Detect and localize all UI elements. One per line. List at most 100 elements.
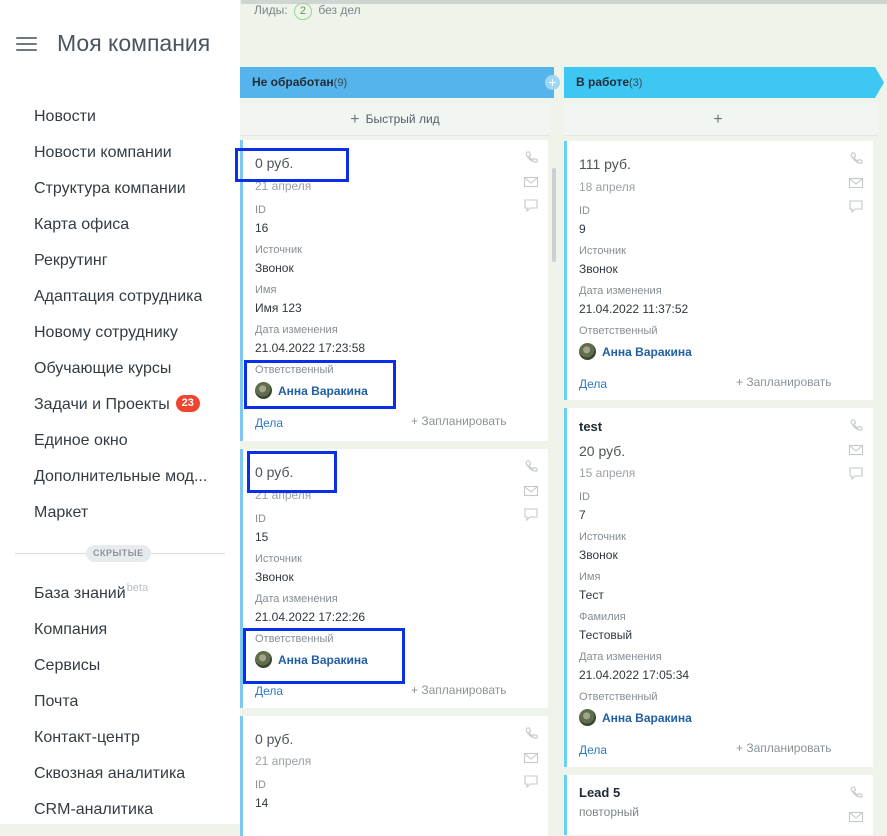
sidebar-item-single-window[interactable]: Единое окно	[34, 429, 224, 453]
modified-value: 21.04.2022 17:05:34	[579, 668, 690, 682]
sidebar-item-crm-analytics[interactable]: CRM-аналитика	[34, 798, 224, 822]
filter-suffix[interactable]: без дел	[318, 3, 360, 17]
column-header-not-processed[interactable]: Не обработан(9)	[240, 67, 554, 98]
sidebar-item-label: Почта	[34, 693, 79, 710]
column-title: В работе	[576, 75, 629, 89]
responsible-label: Ответственный	[579, 691, 658, 703]
sidebar-item-end-to-end-analytics[interactable]: Сквозная аналитика	[34, 762, 224, 786]
lead-card[interactable]: 0 руб. 21 апреля ID 15 Источник Звонок Д…	[240, 449, 548, 708]
id-label: ID	[255, 779, 266, 791]
modified-label: Дата изменения	[579, 651, 662, 663]
responsible-name: Анна Варакина	[278, 652, 368, 667]
left-sidebar: Моя компания Новости Новости компании Ст…	[0, 0, 240, 824]
modified-label: Дата изменения	[255, 593, 338, 605]
responsible-user[interactable]: Анна Варакина	[579, 709, 692, 726]
sidebar-item-news[interactable]: Новости	[34, 105, 224, 129]
modified-value: 21.04.2022 11:37:52	[579, 302, 689, 316]
phone-icon[interactable]	[848, 785, 864, 801]
add-lead-button[interactable]: +	[564, 103, 878, 136]
filter-count-badge[interactable]: 2	[293, 3, 313, 20]
source-label: Источник	[255, 244, 302, 256]
card-amount: 0 руб.	[255, 155, 294, 171]
sidebar-item-services[interactable]: Сервисы	[34, 654, 224, 678]
column-scrollbar[interactable]	[552, 168, 556, 262]
lead-card[interactable]: test 20 руб. 15 апреля ID 7 Источник Зво…	[564, 408, 873, 767]
sidebar-item-label: Адаптация сотрудника	[34, 288, 203, 305]
lead-card[interactable]: 111 руб. 18 апреля ID 9 Источник Звонок …	[564, 141, 873, 400]
chat-icon[interactable]	[848, 198, 864, 214]
sidebar-item-market[interactable]: Маркет	[34, 501, 224, 525]
phone-icon[interactable]	[523, 150, 539, 166]
card-title[interactable]: Lead 5	[579, 785, 620, 800]
source-value: Звонок	[579, 548, 618, 562]
phone-icon[interactable]	[848, 151, 864, 167]
mail-icon[interactable]	[523, 483, 539, 499]
beta-label: beta	[126, 582, 149, 594]
source-value: Звонок	[255, 570, 294, 584]
phone-icon[interactable]	[848, 418, 864, 434]
id-value: 9	[579, 222, 586, 236]
column-header-in-progress[interactable]: В работе(3)	[564, 67, 884, 98]
chat-icon[interactable]	[523, 773, 539, 789]
sidebar-item-tasks[interactable]: Задачи и Проекты 23	[34, 393, 224, 417]
sidebar-item-company-structure[interactable]: Структура компании	[34, 177, 224, 201]
lead-card[interactable]: 0 руб. 21 апреля ID 14	[240, 716, 548, 836]
sidebar-item-label: Карта офиса	[34, 216, 130, 233]
lead-card[interactable]: Lead 5 повторный	[564, 775, 873, 835]
mail-icon[interactable]	[848, 809, 864, 825]
chat-icon[interactable]	[523, 506, 539, 522]
sidebar-item-extra-modules[interactable]: Дополнительные мод...	[34, 465, 224, 489]
deals-link[interactable]: Дела	[255, 416, 283, 430]
deals-link[interactable]: Дела	[579, 377, 607, 391]
hidden-section-toggle[interactable]: СКРЫТЫЕ	[86, 545, 151, 562]
sidebar-item-label: Единое окно	[34, 432, 128, 449]
card-subtitle: повторный	[579, 805, 639, 819]
sidebar-item-label: Структура компании	[34, 180, 186, 197]
plan-activity-link[interactable]: + Запланировать	[736, 741, 832, 755]
sidebar-item-contact-center[interactable]: Контакт-центр	[34, 726, 224, 750]
avatar	[579, 709, 596, 726]
mail-icon[interactable]	[523, 174, 539, 190]
sidebar-item-courses[interactable]: Обучающие курсы	[34, 357, 224, 381]
responsible-name: Анна Варакина	[278, 383, 368, 398]
responsible-user[interactable]: Анна Варакина	[255, 651, 368, 668]
menu-burger-icon[interactable]	[16, 37, 37, 51]
sidebar-item-office-map[interactable]: Карта офиса	[34, 213, 224, 237]
plan-activity-link[interactable]: + Запланировать	[411, 414, 507, 428]
sidebar-item-knowledge-base[interactable]: База знанийbeta	[34, 582, 224, 606]
source-value: Звонок	[579, 262, 618, 276]
sidebar-item-recruiting[interactable]: Рекрутинг	[34, 249, 224, 273]
id-label: ID	[579, 205, 590, 217]
phone-icon[interactable]	[523, 459, 539, 475]
quick-lead-button[interactable]: + Быстрый лид	[240, 103, 550, 136]
deals-link[interactable]: Дела	[579, 743, 607, 757]
id-label: ID	[579, 491, 590, 503]
chat-icon[interactable]	[523, 197, 539, 213]
modified-label: Дата изменения	[579, 285, 662, 297]
column-title: Не обработан	[252, 75, 334, 89]
mail-icon[interactable]	[523, 750, 539, 766]
plan-activity-link[interactable]: + Запланировать	[736, 375, 832, 389]
mail-icon[interactable]	[848, 442, 864, 458]
responsible-user[interactable]: Анна Варакина	[579, 343, 692, 360]
sidebar-item-adaptation[interactable]: Адаптация сотрудника	[34, 285, 224, 309]
card-amount: 0 руб.	[255, 731, 294, 747]
sidebar-item-label: Новому сотруднику	[34, 324, 178, 341]
company-title: Моя компания	[57, 30, 211, 56]
sidebar-item-company[interactable]: Компания	[34, 618, 224, 642]
source-label: Источник	[579, 245, 626, 257]
add-column-icon[interactable]: +	[545, 75, 560, 90]
lead-card[interactable]: 0 руб. 21 апреля ID 16 Источник Звонок И…	[240, 140, 548, 441]
phone-icon[interactable]	[523, 726, 539, 742]
sidebar-item-mail[interactable]: Почта	[34, 690, 224, 714]
sidebar-item-company-news[interactable]: Новости компании	[34, 141, 224, 165]
mail-icon[interactable]	[848, 175, 864, 191]
responsible-user[interactable]: Анна Варакина	[255, 382, 368, 399]
card-title[interactable]: test	[579, 419, 602, 434]
sidebar-item-new-employee[interactable]: Новому сотруднику	[34, 321, 224, 345]
chat-icon[interactable]	[848, 465, 864, 481]
sidebar-item-label: Сервисы	[34, 657, 101, 674]
plan-activity-link[interactable]: + Запланировать	[411, 683, 507, 697]
sidebar-item-label: Рекрутинг	[34, 252, 108, 269]
deals-link[interactable]: Дела	[255, 684, 283, 698]
